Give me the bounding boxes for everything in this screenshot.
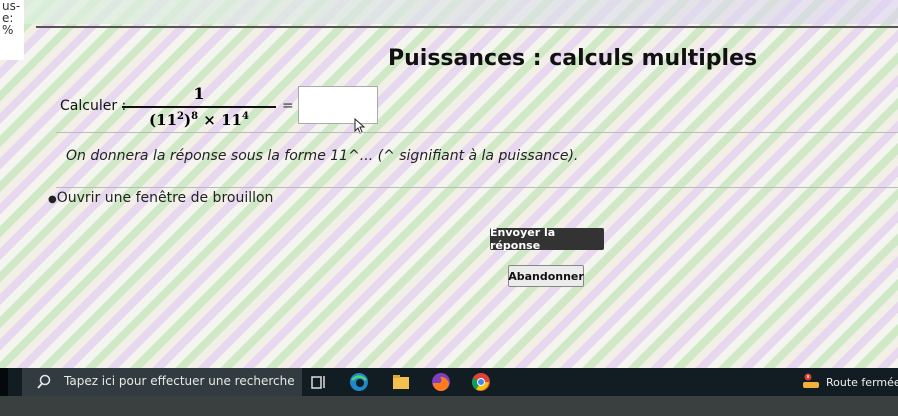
fraction-expression: 1 (112)8 × 114 bbox=[120, 84, 278, 129]
bullet-icon: ● bbox=[48, 194, 57, 205]
left-clipped-panel: us- e: % bbox=[0, 0, 24, 60]
hint-text: On donnera la réponse sous la forme 11^.… bbox=[66, 148, 579, 164]
windows-taskbar: Tapez ici pour effectuer une recherche R… bbox=[0, 368, 898, 396]
abandon-button[interactable]: Abandonner bbox=[508, 265, 584, 287]
taskbar-search-placeholder[interactable]: Tapez ici pour effectuer une recherche bbox=[64, 374, 295, 388]
screen-bezel bbox=[0, 396, 898, 416]
search-icon[interactable] bbox=[36, 374, 52, 390]
draft-link-label: Ouvrir une fenêtre de brouillon bbox=[56, 190, 274, 206]
title-divider bbox=[36, 26, 898, 28]
page-title: Puissances : calculs multiples bbox=[388, 46, 758, 71]
fraction-denominator: (112)8 × 114 bbox=[149, 111, 249, 129]
answer-input[interactable] bbox=[298, 86, 378, 124]
weather-alert-text[interactable]: Route fermée c bbox=[826, 376, 898, 389]
browser-top-area bbox=[0, 0, 898, 24]
edge-browser-icon[interactable] bbox=[348, 371, 370, 393]
weather-alert-icon[interactable] bbox=[800, 371, 822, 393]
left-strip-line: % bbox=[2, 23, 14, 37]
submit-answer-button[interactable]: Envoyer la réponse bbox=[490, 226, 604, 252]
firefox-icon[interactable] bbox=[430, 371, 452, 393]
question-label: Calculer : bbox=[60, 98, 127, 114]
file-explorer-icon[interactable] bbox=[390, 371, 412, 393]
start-button[interactable] bbox=[0, 368, 8, 396]
equals-sign: = bbox=[282, 98, 294, 114]
task-view-icon[interactable] bbox=[308, 371, 330, 393]
draft-window-link[interactable]: ●Ouvrir une fenêtre de brouillon bbox=[48, 190, 273, 206]
fraction-numerator: 1 bbox=[193, 84, 205, 103]
chrome-icon[interactable] bbox=[470, 371, 492, 393]
